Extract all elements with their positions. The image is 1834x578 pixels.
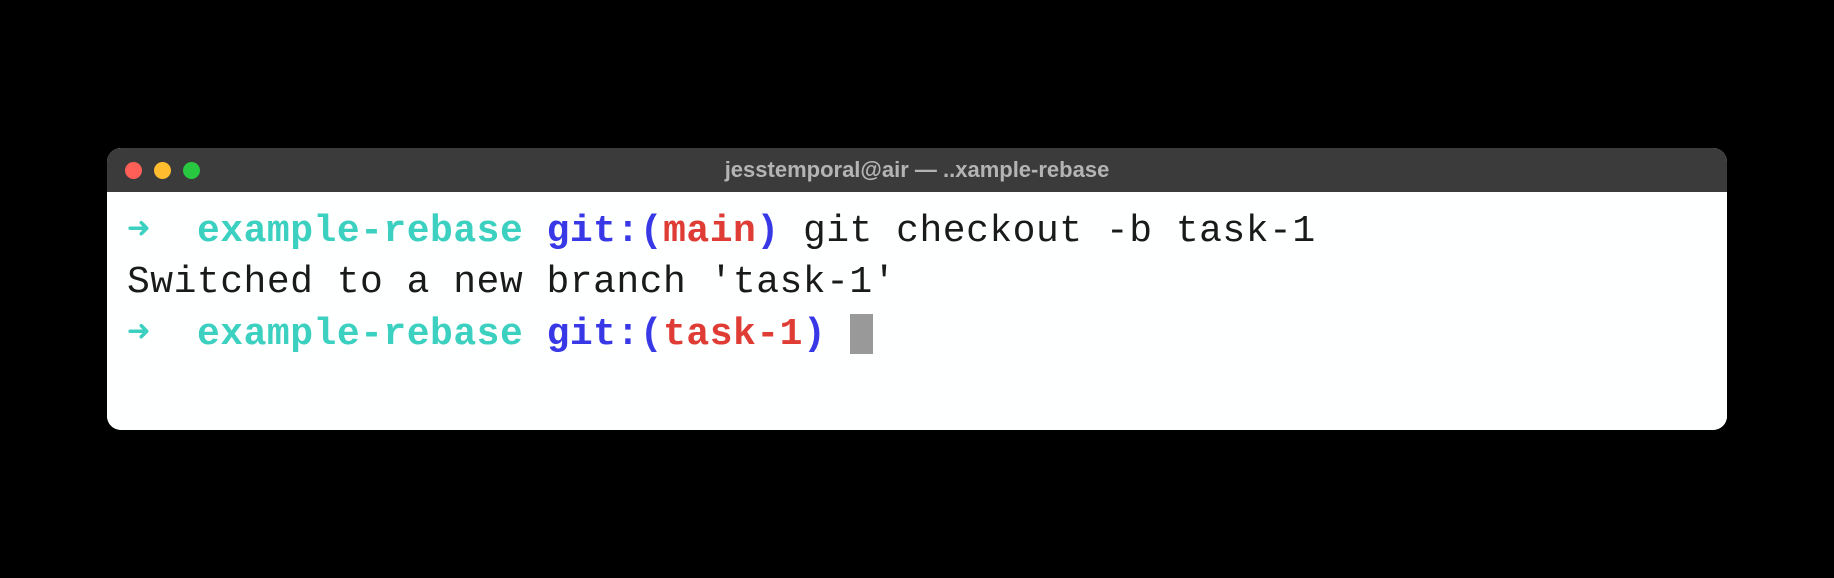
output-text: Switched to a new branch 'task-1' bbox=[127, 261, 896, 304]
prompt-branch: main bbox=[663, 210, 756, 253]
terminal-body[interactable]: ➜ example-rebase git:(main) git checkout… bbox=[107, 192, 1727, 430]
terminal-line-2: Switched to a new branch 'task-1' bbox=[127, 257, 1707, 308]
prompt-directory: example-rebase bbox=[197, 210, 523, 253]
prompt-git-prefix: git:( bbox=[547, 210, 664, 253]
cursor bbox=[850, 314, 873, 354]
close-icon[interactable] bbox=[125, 162, 142, 179]
maximize-icon[interactable] bbox=[183, 162, 200, 179]
prompt-git-suffix: ) bbox=[803, 313, 826, 356]
prompt-git-prefix: git:( bbox=[547, 313, 664, 356]
title-bar: jesstemporal@air — ..xample-rebase bbox=[107, 148, 1727, 192]
prompt-git-suffix: ) bbox=[756, 210, 779, 253]
command-text: git checkout -b task-1 bbox=[803, 210, 1316, 253]
terminal-line-1: ➜ example-rebase git:(main) git checkout… bbox=[127, 206, 1707, 257]
traffic-lights bbox=[125, 162, 200, 179]
prompt-arrow-icon: ➜ bbox=[127, 313, 150, 356]
window-title: jesstemporal@air — ..xample-rebase bbox=[725, 157, 1110, 183]
prompt-branch: task-1 bbox=[663, 313, 803, 356]
terminal-line-3: ➜ example-rebase git:(task-1) bbox=[127, 309, 1707, 360]
prompt-arrow-icon: ➜ bbox=[127, 210, 150, 253]
terminal-window: jesstemporal@air — ..xample-rebase ➜ exa… bbox=[107, 148, 1727, 430]
prompt-directory: example-rebase bbox=[197, 313, 523, 356]
minimize-icon[interactable] bbox=[154, 162, 171, 179]
